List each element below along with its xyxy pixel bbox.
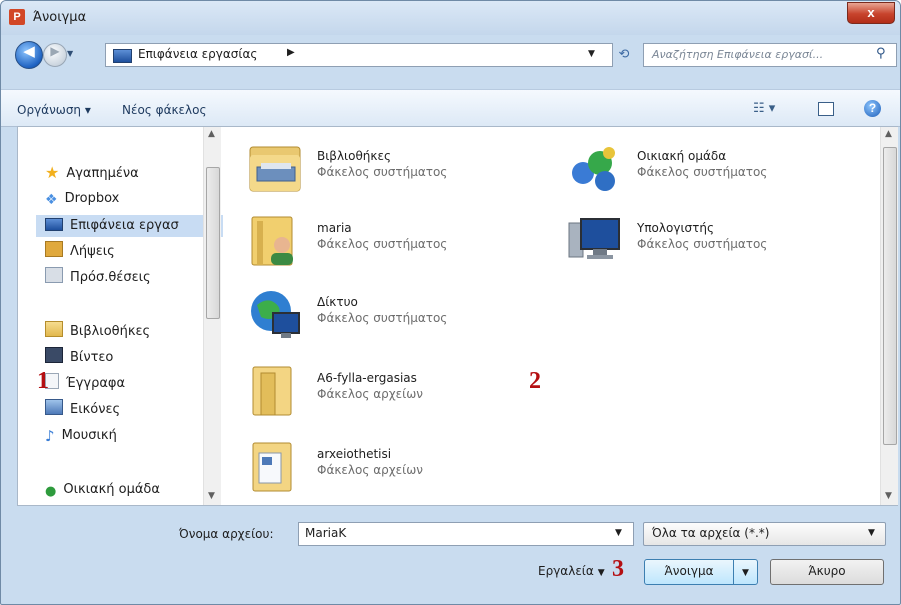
scroll-thumb[interactable] — [883, 147, 897, 445]
file-item-libraries[interactable]: Βιβλιοθήκες Φάκελος συστήματος — [247, 141, 547, 201]
file-item-a6-fylla-ergasias[interactable]: A6-fylla-ergasias Φάκελος αρχείων — [247, 363, 547, 423]
file-list: Βιβλιοθήκες Φάκελος συστήματος Οικιακή ο… — [221, 127, 875, 505]
address-path[interactable]: Επιφάνεια εργασίας — [138, 47, 257, 61]
file-item-network[interactable]: Δίκτυο Φάκελος συστήματος — [247, 287, 547, 347]
address-bar[interactable]: Επιφάνεια εργασίας ▶ ▼ — [105, 43, 613, 67]
file-name-label: Όνομα αρχείου: — [179, 527, 274, 541]
file-name-field[interactable]: MariaK ▼ — [298, 522, 634, 546]
computer-icon — [568, 218, 620, 259]
open-dropdown-icon[interactable]: ▼ — [733, 560, 757, 584]
network-icon — [251, 291, 300, 338]
scroll-thumb[interactable] — [206, 167, 220, 319]
folder-icon — [252, 366, 292, 416]
folder-icon — [252, 442, 292, 492]
annotation-3: 3 — [612, 556, 624, 582]
organize-button[interactable]: Οργάνωση ▾ — [17, 103, 91, 117]
file-type-dropdown-icon[interactable]: ▼ — [868, 528, 875, 538]
sidebar-item-libraries[interactable]: Βιβλιοθήκες — [45, 321, 150, 343]
desktop-icon — [45, 218, 63, 231]
annotation-1: 1 — [37, 368, 49, 394]
recent-places-icon — [45, 267, 63, 283]
new-folder-button[interactable]: Νέος φάκελος — [122, 103, 207, 117]
tools-dropdown-icon[interactable]: ▼ — [598, 568, 605, 578]
sidebar-item-dropbox[interactable]: ❖ Dropbox — [45, 188, 119, 210]
file-type-select[interactable]: Όλα τα αρχεία (*.*) ▼ — [643, 522, 886, 546]
back-button[interactable]: ◀ — [15, 41, 43, 69]
file-item-homegroup[interactable]: Οικιακή ομάδα Φάκελος συστήματος — [567, 141, 867, 201]
title-bar: P Άνοιγμα x — [1, 1, 900, 35]
content-area: ★ Αγαπημένα ❖ Dropbox Επιφάνεια εργασ Λήψε… — [17, 126, 898, 506]
desktop-icon — [113, 49, 132, 63]
sidebar-item-video[interactable]: Βίντεο — [45, 347, 113, 369]
star-icon: ★ — [45, 163, 60, 182]
scroll-up-icon[interactable]: ▲ — [208, 129, 215, 139]
help-icon[interactable]: ? — [864, 100, 881, 117]
powerpoint-icon: P — [9, 9, 25, 25]
open-dialog: P Άνοιγμα x ◀ ▶ ▼ Επιφάνεια εργασίας ▶ ▼… — [0, 0, 901, 605]
scroll-up-icon[interactable]: ▲ — [885, 129, 892, 139]
sidebar-item-documents[interactable]: Έγγραφα — [45, 373, 125, 395]
pictures-icon — [45, 399, 63, 415]
file-name-input[interactable]: MariaK — [305, 526, 346, 540]
sidebar-item-recent-places[interactable]: Πρόσ.θέσεις — [45, 267, 151, 289]
scroll-down-icon[interactable]: ▼ — [208, 491, 215, 501]
change-view-icon[interactable]: ☷ ▾ — [753, 101, 775, 116]
scroll-down-icon[interactable]: ▼ — [885, 491, 892, 501]
file-list-scrollbar[interactable]: ▲ ▼ — [880, 127, 898, 505]
libraries-icon — [45, 321, 63, 337]
dropbox-icon: ❖ — [45, 192, 58, 208]
preview-pane-icon[interactable] — [818, 102, 834, 116]
homegroup-icon — [572, 147, 615, 191]
annotation-2: 2 — [529, 368, 541, 394]
search-icon[interactable]: ⚲ — [876, 46, 886, 61]
libraries-folder-icon — [249, 146, 301, 192]
user-folder-icon — [251, 216, 293, 266]
address-dropdown-icon[interactable]: ▼ — [588, 49, 595, 59]
command-bar: Οργάνωση ▾ Νέος φάκελος ☷ ▾ ? — [1, 89, 900, 127]
video-icon — [45, 347, 63, 363]
file-name-dropdown-icon[interactable]: ▼ — [615, 528, 622, 538]
file-item-computer[interactable]: Υπολογιστής Φάκελος συστήματος — [567, 213, 867, 273]
navigation-pane: ★ Αγαπημένα ❖ Dropbox Επιφάνεια εργασ Λήψε… — [18, 127, 223, 505]
sidebar-item-pictures[interactable]: Εικόνες — [45, 399, 120, 421]
music-icon: ♪ — [45, 427, 55, 445]
window-title: Άνοιγμα — [33, 10, 87, 25]
file-item-arxeiothetisi[interactable]: arxeiothetisi Φάκελος αρχείων — [247, 439, 547, 499]
close-button[interactable]: x — [847, 2, 895, 24]
open-button[interactable]: Άνοιγμα ▼ — [644, 559, 758, 585]
sidebar-item-music[interactable]: ♪ Μουσική — [45, 425, 117, 447]
downloads-icon — [45, 241, 63, 257]
breadcrumb-chevron-icon[interactable]: ▶ — [287, 47, 295, 58]
file-item-maria[interactable]: maria Φάκελος συστήματος — [247, 213, 547, 273]
forward-button[interactable]: ▶ — [43, 43, 67, 67]
file-type-value: Όλα τα αρχεία (*.*) — [652, 526, 770, 540]
refresh-icon[interactable]: ⟲ — [613, 45, 635, 65]
history-dropdown-icon[interactable]: ▼ — [67, 49, 73, 58]
sidebar-item-homegroup[interactable]: ● Οικιακή ομάδα — [45, 479, 160, 501]
cancel-button[interactable]: Άκυρο — [770, 559, 884, 585]
sidebar-item-desktop[interactable]: Επιφάνεια εργασ — [36, 215, 223, 237]
sidebar-item-favorites[interactable]: ★ Αγαπημένα — [45, 162, 139, 184]
navigation-scrollbar[interactable]: ▲ ▼ — [203, 127, 221, 505]
sidebar-item-downloads[interactable]: Λήψεις — [45, 241, 115, 263]
tools-button[interactable]: Εργαλεία ▼ — [538, 564, 605, 578]
homegroup-icon: ● — [45, 484, 57, 499]
search-box[interactable]: Αναζήτηση Επιφάνεια εργασί... ⚲ — [643, 43, 897, 67]
search-input[interactable]: Αναζήτηση Επιφάνεια εργασί... — [652, 48, 823, 61]
